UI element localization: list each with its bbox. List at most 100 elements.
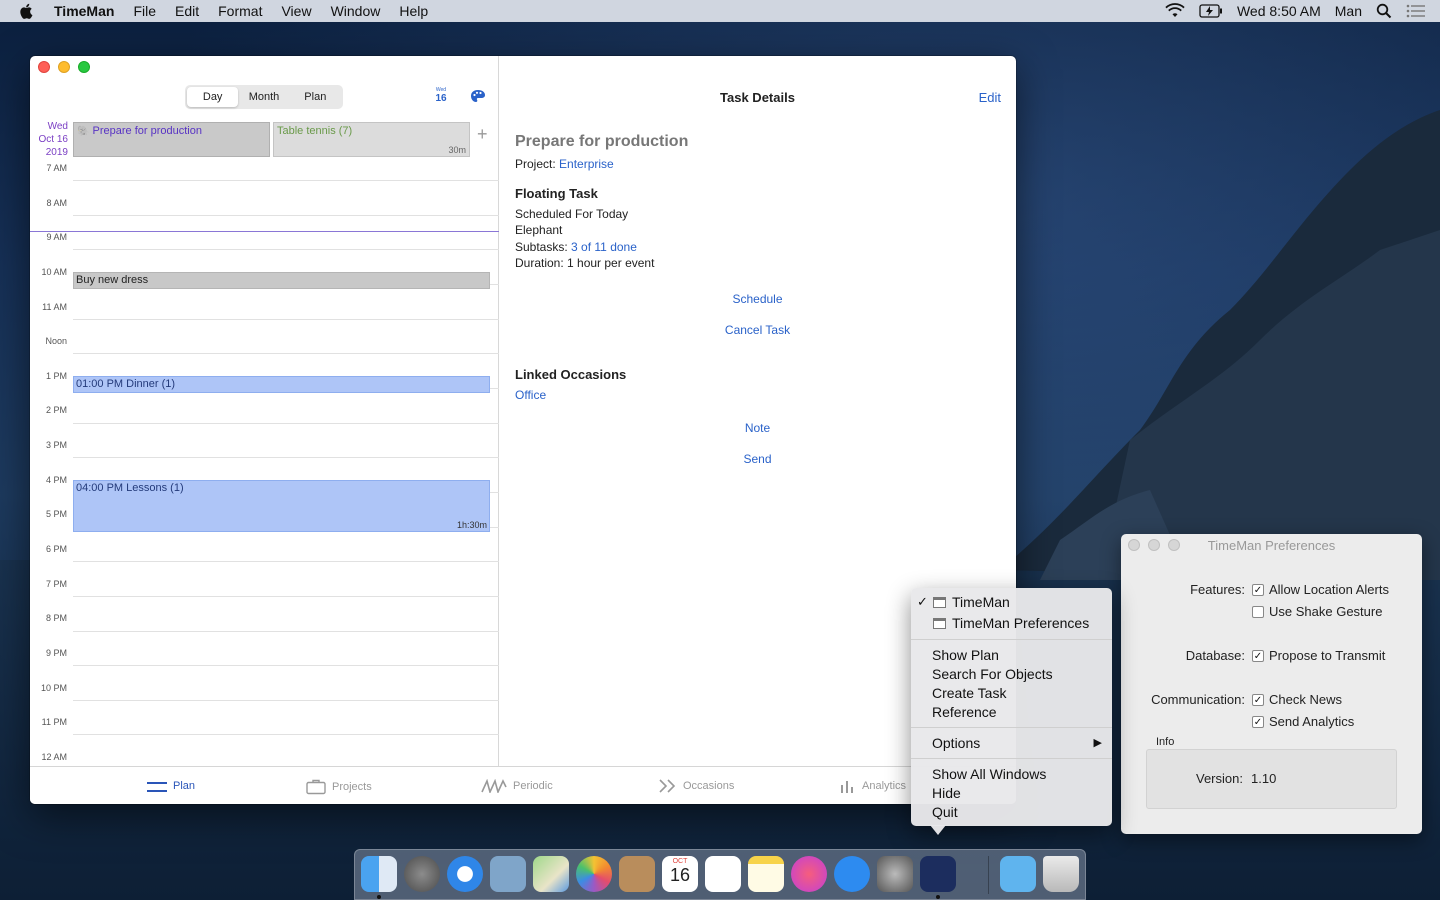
menu-item-create-task[interactable]: Create Task bbox=[932, 685, 1006, 701]
project-link[interactable]: Enterprise bbox=[559, 157, 614, 171]
tab-plan[interactable]: Plan bbox=[147, 779, 195, 793]
wifi-icon[interactable] bbox=[1165, 3, 1185, 19]
calendar-icon[interactable]: OCT 16 bbox=[662, 856, 698, 892]
checkbox-box: ✓ bbox=[1252, 583, 1264, 596]
menubar-clock[interactable]: Wed 8:50 AM bbox=[1237, 3, 1321, 19]
maps-icon[interactable] bbox=[533, 856, 569, 892]
edit-button[interactable]: Edit bbox=[979, 90, 1001, 105]
allday-task-duration: 30m bbox=[448, 145, 466, 155]
hour-label: 10 AM bbox=[41, 267, 67, 277]
system-preferences-icon[interactable] bbox=[877, 856, 913, 892]
timeman-icon[interactable] bbox=[920, 856, 956, 892]
plan-icon bbox=[147, 782, 167, 792]
apple-menu-icon[interactable] bbox=[18, 2, 36, 20]
propose-to-transmit-checkbox[interactable]: ✓ Propose to Transmit bbox=[1252, 648, 1385, 663]
version-label: Version: bbox=[1196, 771, 1243, 786]
hour-line bbox=[73, 700, 499, 701]
window-icon bbox=[933, 597, 946, 608]
cancel-task-button[interactable]: Cancel Task bbox=[499, 323, 1016, 337]
dock-separator bbox=[988, 856, 989, 894]
palette-icon[interactable] bbox=[470, 89, 486, 103]
hour-line bbox=[73, 215, 499, 216]
day-time-grid[interactable]: 7 AM 8 AM 9 AM 10 AM 11 AM Noon 1 PM 2 P… bbox=[30, 160, 499, 766]
notes-icon[interactable] bbox=[748, 856, 784, 892]
allday-task-table-tennis[interactable]: Table tennis (7) 30m bbox=[273, 122, 470, 157]
running-indicator bbox=[936, 895, 940, 899]
launchpad-icon[interactable] bbox=[404, 856, 440, 892]
hour-line bbox=[73, 734, 499, 735]
photos-icon[interactable] bbox=[576, 856, 612, 892]
menu-file[interactable]: File bbox=[133, 3, 156, 19]
menu-window[interactable]: Window bbox=[331, 3, 381, 19]
segment-day[interactable]: Day bbox=[187, 87, 239, 107]
hour-line bbox=[73, 249, 499, 250]
task-subtasks: Subtasks: 3 of 11 done bbox=[515, 240, 637, 254]
hour-label: 11 PM bbox=[41, 717, 67, 727]
event-buy-new-dress[interactable]: Buy new dress bbox=[73, 272, 490, 289]
hour-line bbox=[73, 631, 499, 632]
contacts-icon[interactable] bbox=[619, 856, 655, 892]
menu-item-show-all-windows[interactable]: Show All Windows bbox=[932, 766, 1046, 782]
today-calendar-icon[interactable]: Wed 16 bbox=[432, 87, 450, 104]
task-duration: Duration: 1 hour per event bbox=[515, 256, 655, 270]
linked-occasion-office[interactable]: Office bbox=[515, 388, 546, 402]
prefs-title: TimeMan Preferences bbox=[1207, 538, 1336, 553]
menu-item-show-plan[interactable]: Show Plan bbox=[932, 647, 999, 663]
checkbox-box: ✓ bbox=[1252, 693, 1264, 706]
checkmark-icon: ✓ bbox=[917, 594, 928, 609]
allday-task-prepare[interactable]: 🐘 Prepare for production bbox=[73, 122, 270, 157]
note-button[interactable]: Note bbox=[499, 421, 1016, 435]
menu-item-window-timeman[interactable]: TimeMan bbox=[952, 594, 1010, 610]
add-task-button[interactable]: + bbox=[477, 124, 488, 145]
menu-separator bbox=[911, 639, 1112, 640]
tab-projects[interactable]: Projects bbox=[306, 779, 372, 795]
menu-app-name[interactable]: TimeMan bbox=[54, 3, 114, 19]
tab-periodic[interactable]: Periodic bbox=[481, 779, 553, 793]
segment-month[interactable]: Month bbox=[238, 87, 289, 107]
segment-plan[interactable]: Plan bbox=[290, 87, 341, 107]
menu-format[interactable]: Format bbox=[218, 3, 262, 19]
hour-label: 12 AM bbox=[41, 752, 67, 762]
project-label: Project: bbox=[515, 157, 556, 171]
use-shake-gesture-checkbox[interactable]: Use Shake Gesture bbox=[1252, 604, 1382, 619]
menu-view[interactable]: View bbox=[281, 3, 311, 19]
music-icon[interactable] bbox=[791, 856, 827, 892]
event-dinner[interactable]: 01:00 PM Dinner (1) bbox=[73, 376, 490, 393]
spotlight-search-icon[interactable] bbox=[1376, 3, 1392, 19]
allow-location-alerts-checkbox[interactable]: ✓ Allow Location Alerts bbox=[1252, 582, 1389, 597]
menubar-user[interactable]: Man bbox=[1335, 3, 1362, 19]
submenu-arrow-icon: ▶ bbox=[1093, 737, 1102, 749]
event-lessons[interactable]: 04:00 PM Lessons (1) 1h:30m bbox=[73, 480, 490, 532]
menu-item-quit[interactable]: Quit bbox=[932, 804, 958, 820]
tab-occasions[interactable]: Occasions bbox=[659, 779, 734, 793]
menu-edit[interactable]: Edit bbox=[175, 3, 199, 19]
send-analytics-checkbox[interactable]: ✓ Send Analytics bbox=[1252, 714, 1354, 729]
app-store-icon[interactable] bbox=[834, 856, 870, 892]
battery-icon[interactable] bbox=[1199, 4, 1223, 18]
menu-item-hide[interactable]: Hide bbox=[932, 785, 961, 801]
schedule-button[interactable]: Schedule bbox=[499, 292, 1016, 306]
hour-label: 8 AM bbox=[46, 198, 67, 208]
finder-icon[interactable] bbox=[361, 856, 397, 892]
features-label: Features: bbox=[1190, 582, 1245, 597]
check-news-checkbox[interactable]: ✓ Check News bbox=[1252, 692, 1342, 707]
hour-line bbox=[73, 457, 499, 458]
tab-analytics[interactable]: Analytics bbox=[840, 779, 906, 793]
hour-line bbox=[73, 423, 499, 424]
downloads-folder-icon[interactable] bbox=[1000, 856, 1036, 892]
subtasks-link[interactable]: 3 of 11 done bbox=[571, 240, 637, 254]
menu-help[interactable]: Help bbox=[399, 3, 428, 19]
notification-center-icon[interactable] bbox=[1406, 4, 1426, 18]
menu-item-search-for-objects[interactable]: Search For Objects bbox=[932, 666, 1053, 682]
preferences-window: TimeMan Preferences Features: ✓ Allow Lo… bbox=[1121, 534, 1422, 834]
menu-pointer bbox=[930, 825, 946, 835]
send-button[interactable]: Send bbox=[499, 452, 1016, 466]
menu-item-window-preferences[interactable]: TimeMan Preferences bbox=[952, 615, 1089, 631]
menu-item-options[interactable]: Options bbox=[932, 735, 980, 751]
reminders-icon[interactable] bbox=[705, 856, 741, 892]
safari-icon[interactable] bbox=[447, 856, 483, 892]
dock-context-menu: ✓ TimeMan TimeMan Preferences Show Plan … bbox=[911, 588, 1112, 826]
menu-item-reference[interactable]: Reference bbox=[932, 704, 997, 720]
mail-icon[interactable] bbox=[490, 856, 526, 892]
trash-icon[interactable] bbox=[1043, 856, 1079, 892]
